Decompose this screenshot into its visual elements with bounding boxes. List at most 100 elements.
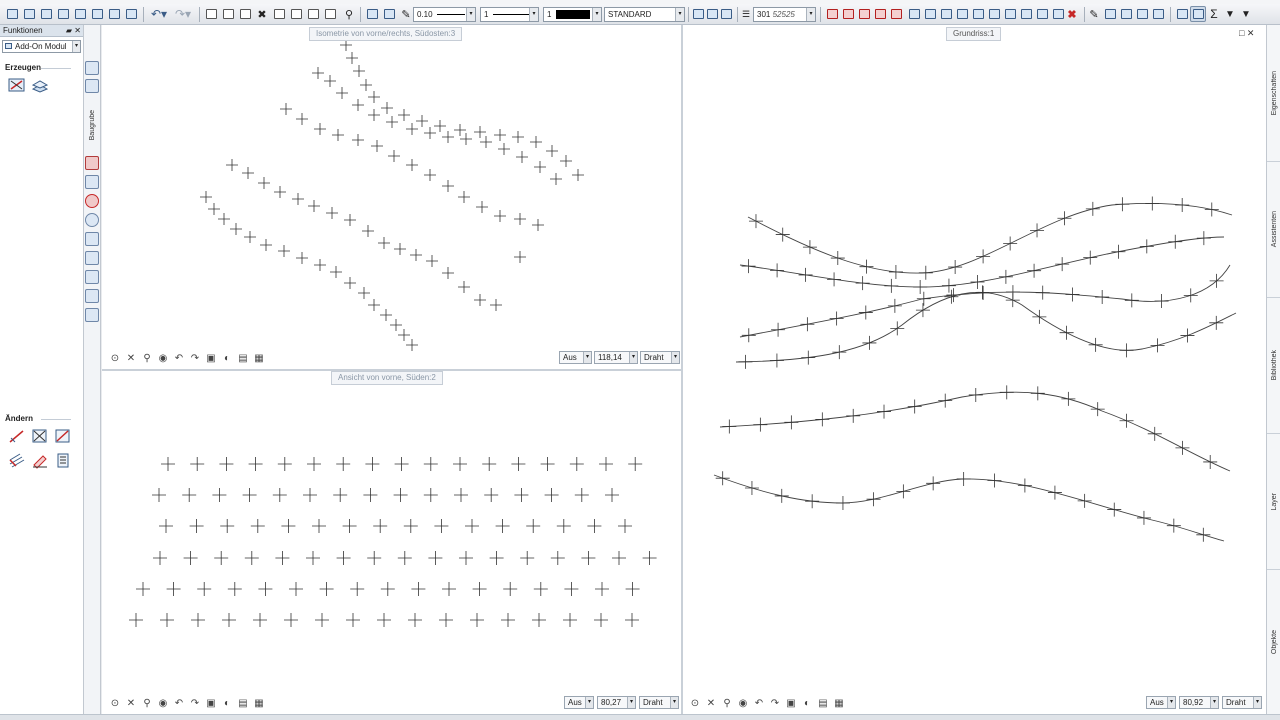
active-filter-icon[interactable] bbox=[1190, 6, 1206, 22]
layer-select-icon[interactable] bbox=[718, 6, 734, 22]
module-combo[interactable]: Add-On Modul ▾ bbox=[2, 40, 81, 53]
plot-icon[interactable] bbox=[89, 6, 105, 22]
new-icon[interactable] bbox=[4, 6, 20, 22]
close-icon[interactable]: ✕ bbox=[74, 26, 81, 35]
cross-icon[interactable]: ✕ bbox=[124, 351, 138, 365]
redo-icon[interactable]: ↷▾ bbox=[172, 6, 194, 22]
divide-icon[interactable] bbox=[938, 6, 954, 22]
modify-line-icon[interactable] bbox=[8, 428, 26, 445]
excavation-tool-icon[interactable] bbox=[85, 61, 99, 75]
undo-view-icon[interactable]: ↶ bbox=[752, 696, 766, 710]
window-icon[interactable]: ▣ bbox=[784, 696, 798, 710]
fill-icon[interactable] bbox=[1002, 6, 1018, 22]
window-icon[interactable]: ▣ bbox=[204, 696, 218, 710]
eye-icon[interactable]: ◐ bbox=[220, 696, 234, 710]
cross-icon[interactable]: ✕ bbox=[704, 696, 718, 710]
plan-view-title[interactable]: Grundriss:1 bbox=[946, 27, 1002, 41]
measure-pen-icon[interactable]: ✎ bbox=[1086, 6, 1102, 22]
pen-icon[interactable]: ✎ bbox=[398, 6, 414, 22]
move-icon[interactable] bbox=[271, 6, 287, 22]
offset-icon[interactable] bbox=[922, 6, 938, 22]
eye-icon[interactable]: ◐ bbox=[800, 696, 814, 710]
iso-display-combo[interactable]: Draht ▾ bbox=[640, 351, 680, 364]
format-combo[interactable]: STANDARD ▾ bbox=[604, 7, 685, 22]
zoom-in-icon[interactable]: ⚲ bbox=[140, 351, 154, 365]
message-icon[interactable] bbox=[106, 6, 122, 22]
line-type-combo[interactable]: 1 ▾ bbox=[480, 7, 539, 22]
layers-icon[interactable]: ▤ bbox=[236, 351, 250, 365]
cross-icon[interactable]: ✕ bbox=[124, 696, 138, 710]
select-filter-icon[interactable] bbox=[1174, 6, 1190, 22]
format-brush-icon[interactable] bbox=[364, 6, 380, 22]
tab-objects[interactable]: Objekte bbox=[1267, 570, 1280, 714]
zoom-in-icon[interactable]: ⚲ bbox=[140, 696, 154, 710]
paste-icon[interactable] bbox=[237, 6, 253, 22]
redo-view-icon[interactable]: ↷ bbox=[188, 351, 202, 365]
modify-point-icon[interactable] bbox=[54, 428, 72, 445]
redo-view-icon[interactable]: ↷ bbox=[768, 696, 782, 710]
tab-layer[interactable]: Layer bbox=[1267, 434, 1280, 570]
red-curve-icon[interactable] bbox=[856, 6, 872, 22]
front-mode-combo[interactable]: Aus ▾ bbox=[564, 696, 594, 709]
module-list-icon[interactable] bbox=[85, 289, 99, 303]
plan-mode-combo[interactable]: Aus ▾ bbox=[1146, 696, 1176, 709]
red-join-icon[interactable] bbox=[888, 6, 904, 22]
filter-icon[interactable]: ▼ bbox=[1222, 6, 1238, 22]
align-icon[interactable] bbox=[954, 6, 970, 22]
plan-display-combo[interactable]: Draht ▾ bbox=[1222, 696, 1262, 709]
red-line-icon[interactable] bbox=[840, 6, 856, 22]
cut-icon[interactable] bbox=[203, 6, 219, 22]
help-icon[interactable] bbox=[123, 6, 139, 22]
red-trim-icon[interactable] bbox=[872, 6, 888, 22]
front-display-combo[interactable]: Draht ▾ bbox=[639, 696, 679, 709]
line-width-combo[interactable]: 0.10 ▾ bbox=[413, 7, 476, 22]
stretch-icon[interactable] bbox=[322, 6, 338, 22]
select-icon[interactable]: ⊙ bbox=[108, 696, 122, 710]
modify-edit-icon[interactable] bbox=[31, 452, 49, 469]
baugrube-tab[interactable]: Baugrube bbox=[89, 110, 96, 140]
terrain-tool-icon[interactable] bbox=[85, 79, 99, 93]
create-layer-icon[interactable] bbox=[31, 77, 49, 94]
iso-mode-combo[interactable]: Aus ▾ bbox=[559, 351, 592, 364]
undo-icon[interactable]: ↶▾ bbox=[148, 6, 170, 22]
grid-icon[interactable]: ▦ bbox=[252, 696, 266, 710]
grid-icon[interactable]: ▦ bbox=[252, 351, 266, 365]
front-zoom-combo[interactable]: 80,27 ▾ bbox=[597, 696, 636, 709]
create-excavation-icon[interactable] bbox=[8, 77, 26, 94]
redo-view-icon[interactable]: ↷ bbox=[188, 696, 202, 710]
module-arch-icon[interactable] bbox=[85, 251, 99, 265]
module-red-icon[interactable] bbox=[85, 156, 99, 170]
module-diamond-icon[interactable] bbox=[85, 308, 99, 322]
parallel-icon[interactable] bbox=[906, 6, 922, 22]
undo-view-icon[interactable]: ↶ bbox=[172, 696, 186, 710]
layer-icon[interactable]: ☰ bbox=[738, 6, 754, 22]
zoom-icon[interactable]: ⚲ bbox=[341, 6, 357, 22]
plan-zoom-combo[interactable]: 80,92 ▾ bbox=[1179, 696, 1219, 709]
pattern-icon[interactable] bbox=[1018, 6, 1034, 22]
mirror-icon[interactable] bbox=[305, 6, 321, 22]
module-graph-icon[interactable] bbox=[85, 232, 99, 246]
rotate-icon[interactable] bbox=[288, 6, 304, 22]
module-globe-icon[interactable] bbox=[85, 175, 99, 189]
text-icon[interactable] bbox=[1034, 6, 1050, 22]
filter-clear-icon[interactable]: ▼ bbox=[1238, 6, 1254, 22]
grid-icon[interactable]: ▦ bbox=[832, 696, 846, 710]
delete-icon[interactable]: ✖ bbox=[254, 6, 270, 22]
hatch-icon[interactable] bbox=[986, 6, 1002, 22]
modify-area-icon[interactable] bbox=[31, 428, 49, 445]
eye-icon[interactable]: ◐ bbox=[220, 351, 234, 365]
pin-icon[interactable]: ▰ bbox=[66, 26, 72, 35]
drawing-canvas[interactable] bbox=[102, 25, 1266, 714]
pan-icon[interactable]: ◉ bbox=[736, 696, 750, 710]
save-icon[interactable] bbox=[38, 6, 54, 22]
window-icon[interactable]: ▣ bbox=[204, 351, 218, 365]
pick-format-icon[interactable] bbox=[381, 6, 397, 22]
select-icon[interactable]: ⊙ bbox=[688, 696, 702, 710]
copy-icon[interactable] bbox=[220, 6, 236, 22]
open-icon[interactable] bbox=[21, 6, 37, 22]
print-icon[interactable] bbox=[55, 6, 71, 22]
zoom-in-icon[interactable]: ⚲ bbox=[720, 696, 734, 710]
iso-zoom-combo[interactable]: 118,14 ▾ bbox=[594, 351, 638, 364]
pen-color-combo[interactable]: 1 ▾ bbox=[543, 7, 602, 22]
module-axis-icon[interactable] bbox=[85, 270, 99, 284]
